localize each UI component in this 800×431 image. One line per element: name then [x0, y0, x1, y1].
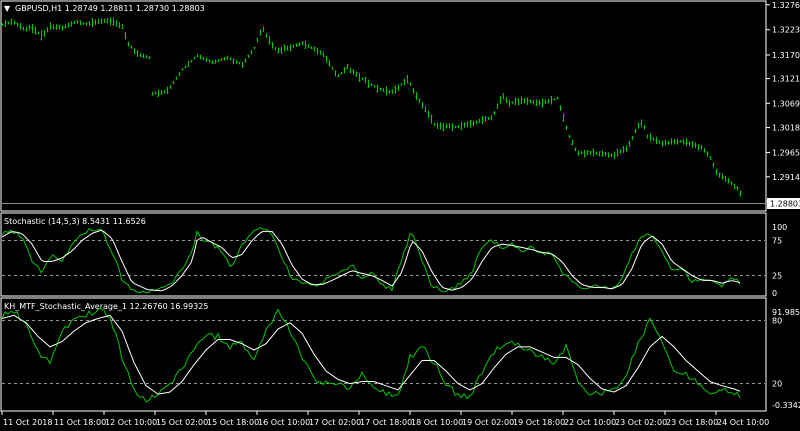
axis-tick-label: 25 — [772, 272, 782, 281]
price-tick-label: 1.30692 — [772, 99, 800, 108]
price-tick-label: 1.30182 — [772, 124, 800, 133]
stochastic-title: Stochastic (14,5,3) 8.5431 11.6526 — [4, 217, 146, 226]
time-tick-label: 18 Oct 10:00 — [411, 418, 463, 427]
time-tick-label: 15 Oct 02:00 — [156, 418, 208, 427]
price-tick-label: 1.29147 — [772, 173, 800, 182]
time-tick-label: 19 Oct 18:00 — [513, 418, 565, 427]
kh-title: KH_MTF_Stochastic_Average_1 12.26760 16.… — [4, 302, 208, 311]
axis-tick-label: 0 — [772, 289, 777, 298]
time-tick-label: 23 Oct 18:00 — [666, 418, 718, 427]
time-tick-label: 11 Oct 2018 — [3, 418, 52, 427]
axis-tick-label: 80 — [772, 317, 782, 326]
price-tick-label: 1.31211 — [772, 75, 800, 84]
time-tick-label: 22 Oct 10:00 — [564, 418, 616, 427]
main-title: GBPUSD,H1 1.28749 1.28811 1.28730 1.2880… — [15, 4, 205, 13]
axis-tick-label: 75 — [772, 237, 782, 246]
time-tick-label: 11 Oct 18:00 — [54, 418, 106, 427]
time-tick-label: 17 Oct 18:00 — [360, 418, 412, 427]
price-tick-label: 1.32762 — [772, 1, 800, 10]
current-price-label: 1.28803 — [770, 200, 800, 209]
chart-background — [0, 0, 800, 431]
time-tick-label: 23 Oct 02:00 — [615, 418, 667, 427]
axis-tick-label: 100 — [772, 223, 787, 232]
time-tick-label: 15 Oct 18:00 — [207, 418, 259, 427]
time-tick-label: 12 Oct 10:00 — [105, 418, 157, 427]
axis-tick-label: 20 — [772, 380, 782, 389]
time-tick-label: 19 Oct 02:00 — [462, 418, 514, 427]
time-tick-label: 17 Oct 02:00 — [309, 418, 361, 427]
price-tick-label: 1.31707 — [772, 51, 800, 60]
time-tick-label: 24 Oct 10:00 — [717, 418, 769, 427]
price-tick-label: 1.32237 — [772, 26, 800, 35]
time-tick-label: 16 Oct 10:00 — [258, 418, 310, 427]
price-tick-label: 1.29657 — [772, 149, 800, 158]
trading-chart[interactable]: ▼ GBPUSD,H1 1.28749 1.28811 1.28730 1.28… — [0, 0, 800, 431]
price-axis: 1.32762 1.32237 1.31707 1.31211 1.30692 1.301… — [766, 1, 800, 206]
collapse-triangle-icon[interactable]: ▼ — [4, 4, 11, 13]
axis-tick-label: -0.33429 — [772, 401, 800, 410]
